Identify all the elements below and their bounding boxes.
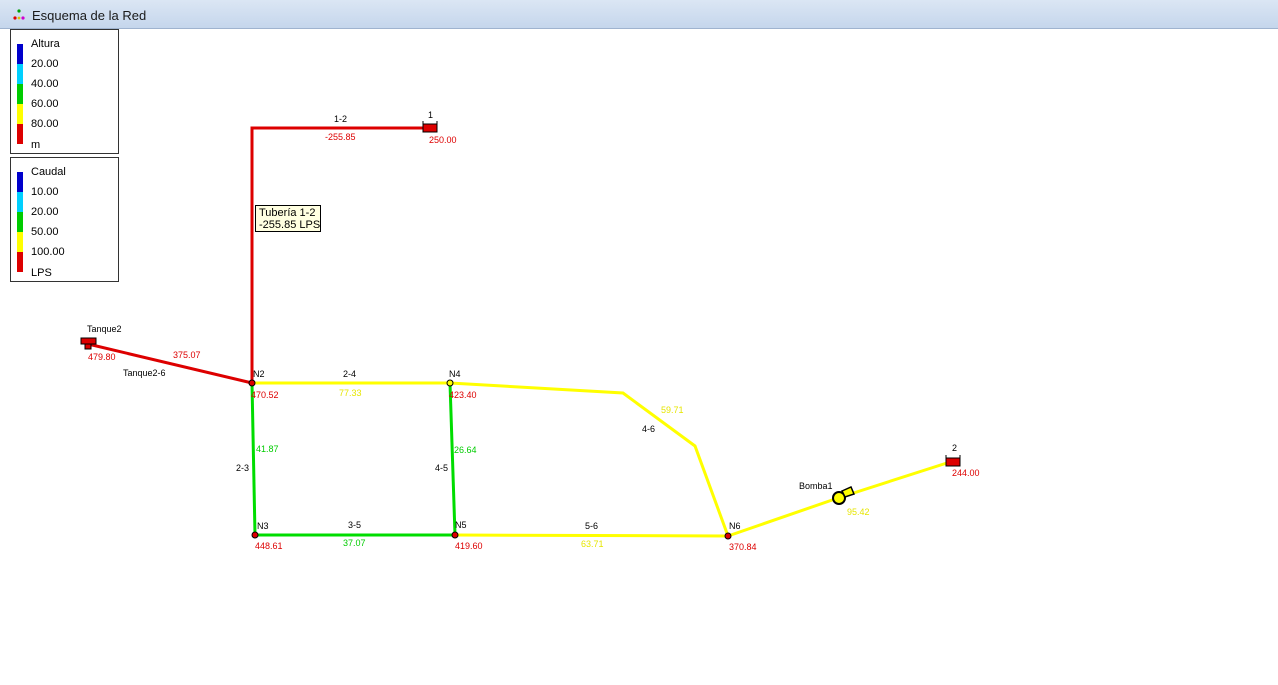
- pipe-4-6[interactable]: [449, 381, 730, 537]
- pipe-2-4-flow: 77.33: [339, 388, 362, 398]
- network-app-icon: [13, 9, 25, 20]
- network-diagram[interactable]: N2 470.52 N3 448.61 N4 423.40 N5 419.60 …: [0, 29, 1278, 685]
- pipe-tanque2-6-flow: 375.07: [173, 350, 201, 360]
- reservoir-1-label: 1: [428, 110, 433, 120]
- pipe-1-2-flow: -255.85: [325, 132, 356, 142]
- node-n6-label: N6: [729, 521, 741, 531]
- pipe-5-6-label: 5-6: [585, 521, 598, 531]
- pipe-4-5-label: 4-5: [435, 463, 448, 473]
- node-n5-value: 419.60: [455, 541, 483, 551]
- tooltip-line-2: -255.85 LPS: [259, 219, 321, 231]
- window-titlebar: Esquema de la Red: [0, 0, 1278, 29]
- node-n3-value: 448.61: [255, 541, 283, 551]
- node-n6[interactable]: [724, 532, 732, 540]
- pipe-tanque2-6-label: Tanque2-6: [123, 368, 166, 378]
- node-n4-value: 423.40: [449, 390, 477, 400]
- tank-label: Tanque2: [87, 324, 122, 334]
- node-n4[interactable]: [446, 379, 454, 387]
- tank-value: 479.80: [88, 352, 116, 362]
- pipe-3-5-label: 3-5: [348, 520, 361, 530]
- pipe-2-4-label: 2-4: [343, 369, 356, 379]
- node-n3-label: N3: [257, 521, 269, 531]
- node-n5[interactable]: [451, 531, 459, 539]
- pump-label: Bomba1: [799, 481, 833, 491]
- node-n5-label: N5: [455, 520, 467, 530]
- node-n2-label: N2: [253, 369, 265, 379]
- pipe-tooltip: Tubería 1-2 -255.85 LPS: [255, 205, 321, 232]
- pipe-4-6-flow: 59.71: [661, 405, 684, 415]
- pipe-2-3-flow: 41.87: [256, 444, 279, 454]
- node-n2[interactable]: [248, 379, 256, 387]
- pipe-5-6[interactable]: [454, 533, 729, 538]
- pipe-2-3-label: 2-3: [236, 463, 249, 473]
- node-n3[interactable]: [251, 531, 259, 539]
- node-n4-label: N4: [449, 369, 461, 379]
- pipe-1-2[interactable]: [250, 126, 430, 383]
- reservoir-1-value: 250.00: [429, 135, 457, 145]
- pipe-4-5-flow: 26.64: [454, 445, 477, 455]
- pipe-1-2-label: 1-2: [334, 114, 347, 124]
- node-n2-value: 470.52: [251, 390, 279, 400]
- reservoir-2-label: 2: [952, 443, 957, 453]
- node-n6-value: 370.84: [729, 542, 757, 552]
- reservoir-2-icon[interactable]: [945, 455, 961, 467]
- pump-icon[interactable]: [832, 486, 856, 505]
- pipe-3-5-flow: 37.07: [343, 538, 366, 548]
- pipe-4-5[interactable]: [448, 382, 457, 536]
- pipe-2-3[interactable]: [250, 382, 257, 536]
- network-canvas[interactable]: Altura 20.00 40.00 60.00 80.00 m Caudal …: [0, 29, 1278, 685]
- pipe-4-6-label: 4-6: [642, 424, 655, 434]
- window-title: Esquema de la Red: [32, 8, 147, 23]
- reservoir-1-icon[interactable]: [422, 121, 438, 133]
- reservoir-2-value: 244.00: [952, 468, 980, 478]
- pump-flow: 95.42: [847, 507, 870, 517]
- tooltip-line-1: Tubería 1-2: [259, 207, 316, 219]
- pipe-5-6-flow: 63.71: [581, 539, 604, 549]
- tank-icon[interactable]: [80, 337, 97, 350]
- pipe-tanque2-6[interactable]: [87, 342, 253, 385]
